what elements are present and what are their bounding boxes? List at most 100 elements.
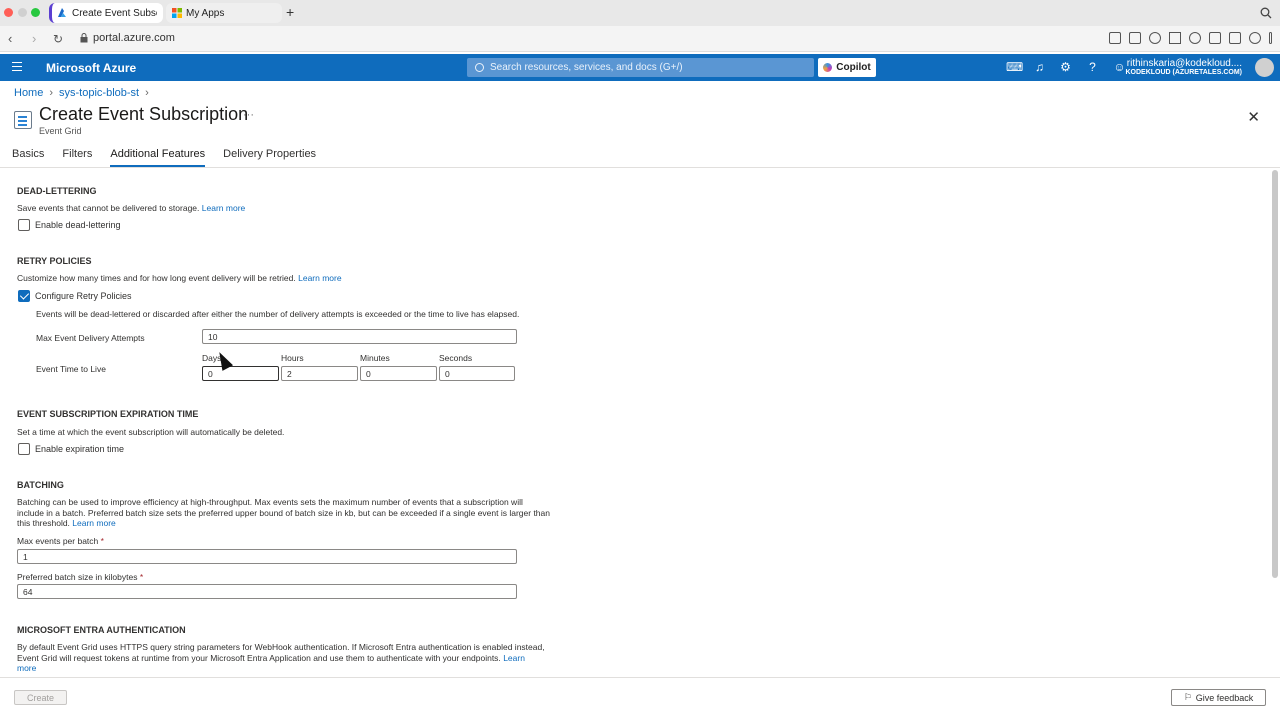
max-delivery-attempts-label: Max Event Delivery Attempts <box>36 333 145 343</box>
preferred-batch-size-input[interactable]: 64 <box>17 584 517 599</box>
account-info[interactable]: rithinskaria@kodekloud.... KODEKLOUD (AZ… <box>1125 58 1242 76</box>
event-time-to-live-label: Event Time to Live <box>36 364 106 374</box>
entra-description: By default Event Grid uses HTTPS query s… <box>17 642 545 674</box>
enable-dead-lettering-checkbox[interactable] <box>18 219 30 231</box>
user-tenant: KODEKLOUD (AZURETALES.COM) <box>1125 69 1242 76</box>
ttl-days-input[interactable]: 0 <box>202 366 279 381</box>
give-feedback-label: Give feedback <box>1195 692 1254 703</box>
download-icon[interactable] <box>1209 32 1221 44</box>
batching-learn-more-link[interactable]: Learn more <box>72 518 115 528</box>
forward-icon[interactable]: › <box>32 32 36 46</box>
copilot-button[interactable]: Copilot <box>818 58 876 77</box>
retry-learn-more-link[interactable]: Learn more <box>298 273 341 283</box>
gear-icon[interactable]: ⚙ <box>1059 61 1072 74</box>
section-heading-batching: BATCHING <box>17 480 64 490</box>
menu-icon[interactable] <box>1229 32 1241 44</box>
ttl-seconds-input[interactable]: 0 <box>439 366 515 381</box>
url-field[interactable]: portal.azure.com <box>80 32 175 44</box>
page-subtitle: Event Grid <box>39 126 82 136</box>
lock-icon <box>80 33 88 43</box>
sidebar-icon[interactable] <box>1269 32 1272 44</box>
max-events-per-batch-label: Max events per batch * <box>17 536 104 546</box>
reload-icon[interactable]: ↻ <box>53 32 63 46</box>
ttl-hours-input[interactable]: 2 <box>281 366 358 381</box>
microsoft-logo-icon <box>172 8 182 18</box>
section-heading-dead-lettering: DEAD-LETTERING <box>17 186 97 196</box>
azure-top-bar: Microsoft Azure Search resources, servic… <box>0 54 1280 81</box>
required-marker: * <box>100 536 104 546</box>
heart-icon[interactable] <box>1189 32 1201 44</box>
preferred-batch-size-text: Preferred batch size in kilobytes <box>17 572 138 582</box>
max-delivery-attempts-input[interactable]: 10 <box>202 329 517 344</box>
new-tab-icon[interactable]: + <box>286 5 294 19</box>
azure-logo-icon <box>58 8 66 17</box>
help-icon[interactable]: ? <box>1086 61 1099 74</box>
toolbar-icons <box>1109 32 1272 44</box>
more-options-icon[interactable]: ··· <box>243 109 254 121</box>
bell-icon[interactable]: ♫ <box>1033 61 1046 74</box>
search-icon[interactable] <box>1260 7 1272 19</box>
ttl-minutes-input[interactable]: 0 <box>360 366 437 381</box>
ttl-minutes-label: Minutes <box>360 353 390 363</box>
create-button[interactable]: Create <box>14 690 67 705</box>
max-events-per-batch-text: Max events per batch <box>17 536 99 546</box>
tab-filters[interactable]: Filters <box>62 148 92 167</box>
url-text: portal.azure.com <box>93 32 175 44</box>
close-window-icon[interactable] <box>4 8 13 17</box>
batching-desc-line-3: this threshold. Learn more <box>17 518 550 529</box>
browser-tab-label: My Apps <box>186 7 225 19</box>
content-scrollbar[interactable] <box>1272 170 1278 578</box>
browser-tab-label: Create Event Subscripti <box>72 7 157 19</box>
cloud-shell-icon[interactable]: ⌨ <box>1006 61 1023 74</box>
retry-desc-text: Customize how many times and for how lon… <box>17 273 296 283</box>
profile-icon[interactable] <box>1249 32 1261 44</box>
camera-icon[interactable] <box>1129 32 1141 44</box>
close-icon[interactable]: ✕ <box>1247 108 1260 126</box>
form-content: DEAD-LETTERING Save events that cannot b… <box>0 168 1270 676</box>
max-events-per-batch-input[interactable]: 1 <box>17 549 517 564</box>
copilot-icon <box>823 63 833 72</box>
feedback-icon: ⚐ <box>1183 692 1192 702</box>
tab-additional-features[interactable]: Additional Features <box>110 148 206 167</box>
brand-title[interactable]: Microsoft Azure <box>46 61 136 75</box>
browser-tab-my-apps[interactable]: My Apps <box>166 3 282 23</box>
back-icon[interactable]: ‹ <box>8 32 12 46</box>
browser-tab-bar: Create Event Subscripti My Apps + <box>0 0 1280 26</box>
dead-lettering-learn-more-link[interactable]: Learn more <box>202 203 245 213</box>
avatar[interactable] <box>1255 58 1274 77</box>
breadcrumb-topic[interactable]: sys-topic-blob-st <box>59 87 139 99</box>
entra-desc-line-1: By default Event Grid uses HTTPS query s… <box>17 642 545 652</box>
chevron-right-icon: › <box>145 87 149 99</box>
global-search-input[interactable]: Search resources, services, and docs (G+… <box>467 58 814 77</box>
enable-dead-lettering-label: Enable dead-lettering <box>35 220 121 230</box>
tab-basics[interactable]: Basics <box>12 148 44 167</box>
give-feedback-button[interactable]: ⚐ Give feedback <box>1171 689 1266 706</box>
enable-expiration-checkbox[interactable] <box>18 443 30 455</box>
batching-desc-line-2: include in a batch. Preferred batch size… <box>17 507 550 518</box>
breadcrumb-home[interactable]: Home <box>14 87 43 99</box>
ttl-seconds-label: Seconds <box>439 353 473 363</box>
edit-icon[interactable] <box>1109 32 1121 44</box>
feedback-icon[interactable]: ☺ <box>1113 61 1126 74</box>
maximize-window-icon[interactable] <box>31 8 40 17</box>
retry-description: Customize how many times and for how lon… <box>17 273 342 284</box>
entra-desc-line-2: Event Grid will request tokens at runtim… <box>17 653 545 664</box>
section-heading-entra-auth: MICROSOFT ENTRA AUTHENTICATION <box>17 625 186 635</box>
minimize-window-icon[interactable] <box>18 8 27 17</box>
configure-retry-policies-checkbox[interactable] <box>18 290 30 302</box>
shield-icon[interactable] <box>1149 32 1161 44</box>
ttl-hours-label: Hours <box>281 353 304 363</box>
enable-expiration-label: Enable expiration time <box>35 444 125 454</box>
required-marker: * <box>139 572 144 582</box>
browser-tab-create-event-subscription[interactable]: Create Event Subscripti <box>49 3 163 23</box>
batching-desc-text: this threshold. <box>17 518 70 528</box>
entra-learn-more-link-cont[interactable]: more <box>17 663 36 673</box>
hamburger-menu-icon[interactable] <box>12 62 22 71</box>
expiration-description: Set a time at which the event subscripti… <box>17 427 285 437</box>
event-grid-icon <box>14 111 32 129</box>
tab-delivery-properties[interactable]: Delivery Properties <box>223 148 316 167</box>
preferred-batch-size-label: Preferred batch size in kilobytes * <box>17 572 143 582</box>
play-icon[interactable] <box>1169 32 1181 44</box>
copilot-label: Copilot <box>836 62 871 73</box>
entra-learn-more-link[interactable]: Learn <box>503 653 525 663</box>
